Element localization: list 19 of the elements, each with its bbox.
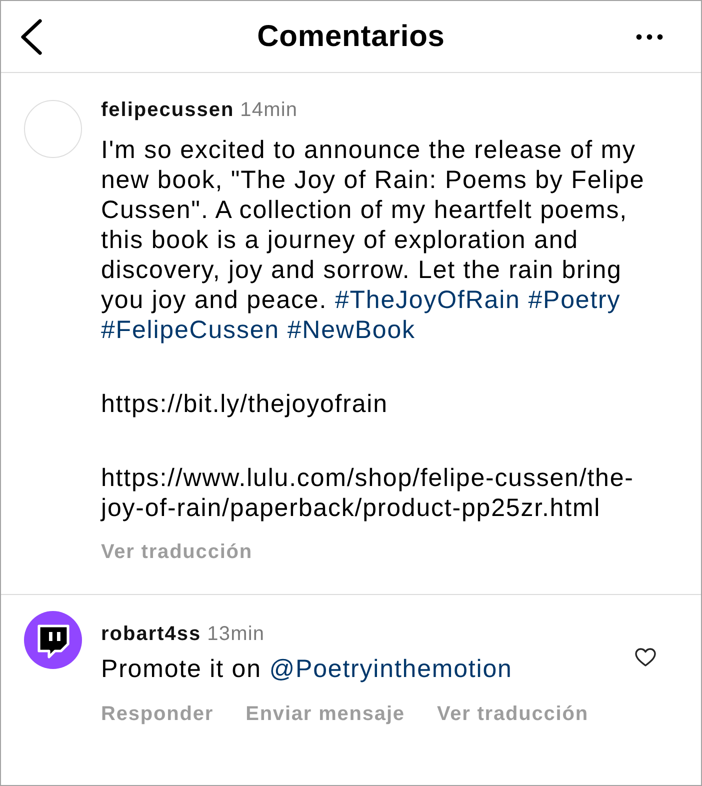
timestamp: 14min (240, 99, 298, 121)
comment-text: https://www.lulu.com/shop/felipe-cussen/the-joy-of-rain/paperback/product-pp25zr.html (101, 463, 635, 523)
chevron-left-icon (20, 18, 42, 54)
timestamp: 13min (207, 623, 265, 645)
comment-text: Promote it on @Poetryinthemotion (101, 654, 514, 684)
username[interactable]: robart4ss (101, 623, 202, 645)
hashtag-link[interactable]: #TheJoyOfRain (334, 286, 520, 314)
hashtag-link[interactable]: #Poetry (528, 286, 621, 314)
mention-link[interactable]: @Poetryinthemotion (269, 655, 512, 683)
page-title: Comentarios (257, 18, 445, 54)
comment-text: I'm so excited to announce the release of my new book, "The Joy of Rain: Poems by Felipe Cussen". A collection of my heartfelt poems, this book is a journey of exploration and discovery, joy and sorrow. Let the rain bring you joy and peace. #TheJoyOfRain #Poetry #FelipeCussen #NewBook (101, 135, 646, 345)
comment-text: https://bit.ly/thejoyofrain (101, 389, 389, 419)
back-button[interactable] (18, 16, 44, 56)
hashtag-link[interactable]: #FelipeCussen (101, 316, 280, 344)
username[interactable]: felipecussen (101, 99, 234, 121)
heart-icon[interactable] (635, 648, 656, 667)
hashtag-link[interactable]: #NewBook (287, 316, 416, 344)
ellipsis-icon (636, 34, 662, 40)
chat-bubble-icon (24, 611, 82, 669)
